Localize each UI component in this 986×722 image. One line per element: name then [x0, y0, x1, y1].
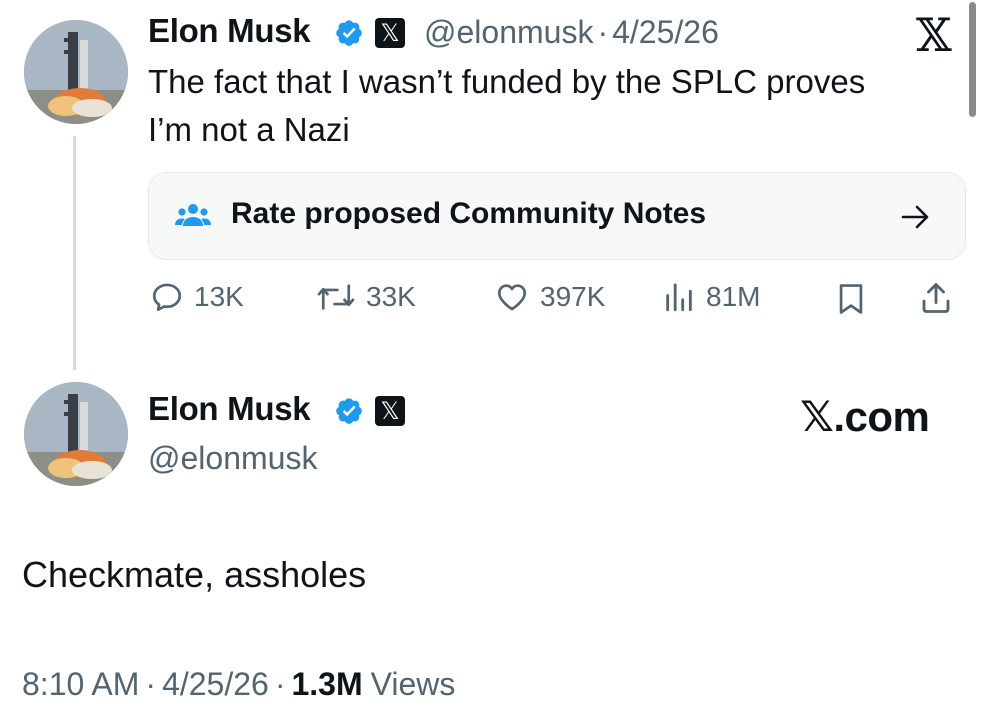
arrow-right-icon: [901, 205, 929, 229]
like-button[interactable]: 397K: [494, 280, 605, 314]
scrollbar[interactable]: [969, 2, 976, 117]
author-name[interactable]: Elon Musk: [148, 12, 311, 50]
rocket-launch-image: [24, 20, 128, 124]
verified-check-icon: [336, 398, 362, 424]
rocket-launch-image: [24, 382, 128, 486]
tweet-date[interactable]: 4/25/26: [162, 666, 269, 702]
views-count: 81M: [706, 281, 761, 312]
views-chart-icon: [666, 283, 692, 312]
tweet-footer: 8:10 AM · 4/25/26 · 1.3M Views: [22, 666, 455, 703]
x-logo-badge-icon: 𝕏: [375, 396, 405, 426]
community-notes-card[interactable]: Rate proposed Community Notes: [148, 172, 966, 260]
handle[interactable]: @elonmusk: [148, 440, 317, 477]
x-logo-badge-icon: 𝕏: [375, 18, 405, 48]
avatar[interactable]: [24, 20, 128, 124]
tweet-text-line-2: I’m not a Nazi: [148, 111, 350, 148]
x-logo-icon[interactable]: 𝕏: [916, 12, 952, 58]
tweet-text-line-1: The fact that I wasn’t funded by the SPL…: [148, 63, 866, 100]
views-button[interactable]: 81M: [662, 280, 760, 314]
author-name[interactable]: Elon Musk: [148, 390, 311, 428]
repost-count: 33K: [366, 281, 416, 312]
reply-icon: [152, 283, 182, 312]
separator-dot: ·: [145, 666, 157, 702]
avatar[interactable]: [24, 382, 128, 486]
tweet-date[interactable]: 4/25/26: [612, 14, 719, 50]
views-label: Views: [370, 666, 456, 702]
share-icon[interactable]: [918, 280, 954, 316]
tweet-meta: @elonmusk · 4/25/26: [424, 14, 719, 51]
site-watermark: 𝕏.com: [800, 393, 930, 440]
repost-icon: [317, 284, 355, 310]
bookmark-icon[interactable]: [836, 282, 866, 316]
reply-count: 13K: [194, 281, 244, 312]
like-count: 397K: [540, 281, 606, 312]
repost-button[interactable]: 33K: [316, 280, 416, 314]
tweet-time[interactable]: 8:10 AM: [22, 666, 139, 702]
thread-line: [73, 136, 76, 370]
handle[interactable]: @elonmusk: [424, 14, 593, 50]
separator-dot: ·: [274, 666, 286, 702]
heart-icon: [497, 284, 527, 311]
separator-dot: ·: [597, 14, 609, 50]
views-total: 1.3M: [291, 666, 363, 702]
tweet-text: Checkmate, assholes: [22, 554, 367, 595]
community-notes-label: Rate proposed Community Notes: [231, 197, 707, 230]
people-icon: [175, 204, 211, 226]
verified-check-icon: [336, 20, 362, 46]
reply-button[interactable]: 13K: [150, 280, 244, 314]
